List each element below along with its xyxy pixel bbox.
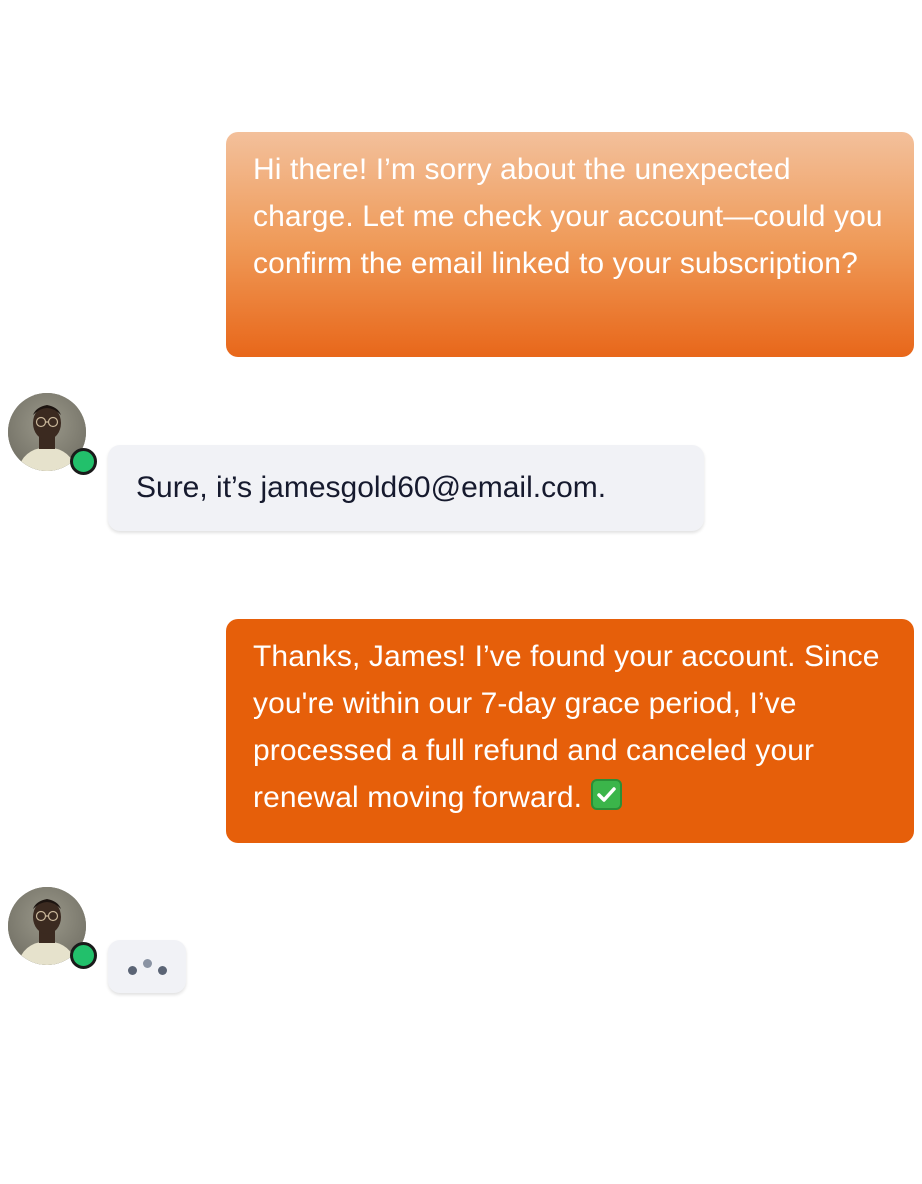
typing-dot: [143, 959, 152, 968]
check-mark-icon: [590, 779, 622, 810]
typing-dot: [128, 966, 137, 975]
avatar[interactable]: [8, 393, 97, 475]
agent-message-bubble: Hi there! I’m sorry about the unexpected…: [226, 132, 914, 357]
online-status-dot: [70, 942, 97, 969]
typing-dot: [158, 966, 167, 975]
agent-message-text: Thanks, James! I’ve found your account. …: [253, 640, 880, 814]
typing-indicator: [108, 940, 186, 993]
avatar[interactable]: [8, 887, 97, 969]
online-status-dot: [70, 448, 97, 475]
agent-message-bubble: Thanks, James! I’ve found your account. …: [226, 619, 914, 843]
chat-thread: Hi there! I’m sorry about the unexpected…: [0, 0, 922, 1184]
user-message-bubble: Sure, it’s jamesgold60@email.com.: [108, 445, 704, 531]
user-message-text: Sure, it’s jamesgold60@email.com.: [136, 471, 607, 504]
agent-message-text: Hi there! I’m sorry about the unexpected…: [253, 153, 883, 280]
